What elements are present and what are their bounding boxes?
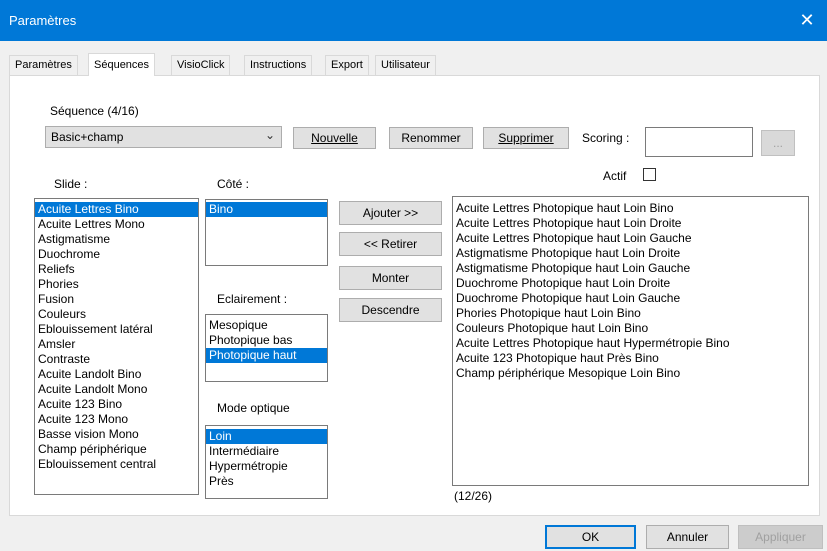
mode-optique-label: Mode optique <box>217 401 290 415</box>
slide-label: Slide : <box>54 177 88 191</box>
tab-instructions[interactable]: Instructions <box>244 55 313 75</box>
list-item[interactable]: Champ périphérique Mesopique Loin Bino <box>453 366 808 381</box>
list-item[interactable]: Duochrome <box>35 247 198 262</box>
list-item[interactable]: Duochrome Photopique haut Loin Droite <box>453 276 808 291</box>
eclairement-list[interactable]: Mesopique Photopique bas Photopique haut <box>205 314 328 382</box>
tab-utilisateur[interactable]: Utilisateur <box>375 55 436 75</box>
list-item[interactable]: Phories Photopique haut Loin Bino <box>453 306 808 321</box>
list-item[interactable]: Eblouissement latéral <box>35 322 198 337</box>
scoring-input[interactable] <box>645 127 753 157</box>
list-item[interactable]: Acuite Landolt Mono <box>35 382 198 397</box>
list-item[interactable]: Duochrome Photopique haut Loin Gauche <box>453 291 808 306</box>
list-item[interactable]: Près <box>206 474 327 489</box>
slide-list[interactable]: Acuite Lettres Bino Acuite Lettres Mono … <box>34 198 199 495</box>
list-item[interactable]: Basse vision Mono <box>35 427 198 442</box>
list-item[interactable]: Reliefs <box>35 262 198 277</box>
close-icon[interactable]: ✕ <box>787 0 827 41</box>
ok-button[interactable]: OK <box>545 525 636 549</box>
list-item[interactable]: Acuite Lettres Photopique haut Hypermétr… <box>453 336 808 351</box>
list-item[interactable]: Acuite Lettres Bino <box>35 202 198 217</box>
list-item[interactable]: Loin <box>206 429 327 444</box>
tab-sequences[interactable]: Séquences <box>88 53 156 76</box>
eclairement-label: Eclairement : <box>217 292 288 306</box>
sequence-select[interactable]: Basic+champ ⌄ <box>45 126 282 148</box>
list-item[interactable]: Acuite 123 Mono <box>35 412 198 427</box>
cote-list[interactable]: Bino <box>205 199 328 266</box>
sequences-panel: Séquence (4/16) Basic+champ ⌄ Nouvelle R… <box>9 75 820 516</box>
sequence-steps-list[interactable]: Acuite Lettres Photopique haut Loin Bino… <box>452 196 809 486</box>
list-item[interactable]: Acuite 123 Bino <box>35 397 198 412</box>
list-item[interactable]: Acuite Lettres Photopique haut Loin Bino <box>453 201 808 216</box>
list-item[interactable]: Acuite Landolt Bino <box>35 367 198 382</box>
tab-parametres[interactable]: Paramètres <box>9 55 78 75</box>
list-item[interactable]: Acuite Lettres Photopique haut Loin Droi… <box>453 216 808 231</box>
tab-export[interactable]: Export <box>325 55 369 75</box>
list-item[interactable]: Astigmatisme <box>35 232 198 247</box>
delete-sequence-label: Supprimer <box>498 131 554 145</box>
new-sequence-label: Nouvelle <box>311 131 358 145</box>
move-up-button[interactable]: Monter <box>339 266 442 290</box>
title-bar: Paramètres ✕ <box>0 0 827 41</box>
list-item[interactable]: Phories <box>35 277 198 292</box>
steps-count: (12/26) <box>454 489 493 503</box>
cote-label: Côté : <box>217 177 250 191</box>
list-item[interactable]: Astigmatisme Photopique haut Loin Droite <box>453 246 808 261</box>
sequence-selected-value: Basic+champ <box>51 130 124 144</box>
add-button[interactable]: Ajouter >> <box>339 201 442 225</box>
cancel-button[interactable]: Annuler <box>646 525 729 549</box>
move-down-button[interactable]: Descendre <box>339 298 442 322</box>
remove-button[interactable]: << Retirer <box>339 232 442 256</box>
apply-button[interactable]: Appliquer <box>738 525 823 549</box>
sequence-label: Séquence (4/16) <box>50 104 139 118</box>
scoring-browse-button[interactable]: ... <box>761 130 795 156</box>
window-title: Paramètres <box>9 13 77 28</box>
list-item[interactable]: Couleurs Photopique haut Loin Bino <box>453 321 808 336</box>
delete-sequence-button[interactable]: Supprimer <box>483 127 569 149</box>
list-item[interactable]: Bino <box>206 202 327 217</box>
list-item[interactable]: Intermédiaire <box>206 444 327 459</box>
list-item[interactable]: Mesopique <box>206 318 327 333</box>
mode-optique-list[interactable]: Loin Intermédiaire Hypermétropie Près <box>205 425 328 499</box>
list-item[interactable]: Champ périphérique <box>35 442 198 457</box>
rename-sequence-button[interactable]: Renommer <box>389 127 473 149</box>
scoring-label: Scoring : <box>582 131 630 145</box>
list-item[interactable]: Hypermétropie <box>206 459 327 474</box>
active-label: Actif <box>603 169 627 183</box>
list-item[interactable]: Photopique bas <box>206 333 327 348</box>
chevron-down-icon: ⌄ <box>264 128 275 142</box>
rename-sequence-label: Renommer <box>401 131 461 145</box>
list-item[interactable]: Astigmatisme Photopique haut Loin Gauche <box>453 261 808 276</box>
active-checkbox[interactable] <box>643 168 656 181</box>
list-item[interactable]: Acuite 123 Photopique haut Près Bino <box>453 351 808 366</box>
list-item[interactable]: Eblouissement central <box>35 457 198 472</box>
new-sequence-button[interactable]: Nouvelle <box>293 127 376 149</box>
list-item[interactable]: Acuite Lettres Mono <box>35 217 198 232</box>
list-item[interactable]: Contraste <box>35 352 198 367</box>
list-item[interactable]: Couleurs <box>35 307 198 322</box>
tab-visioclick[interactable]: VisioClick <box>171 55 231 75</box>
list-item[interactable]: Photopique haut <box>206 348 327 363</box>
list-item[interactable]: Amsler <box>35 337 198 352</box>
list-item[interactable]: Fusion <box>35 292 198 307</box>
list-item[interactable]: Acuite Lettres Photopique haut Loin Gauc… <box>453 231 808 246</box>
